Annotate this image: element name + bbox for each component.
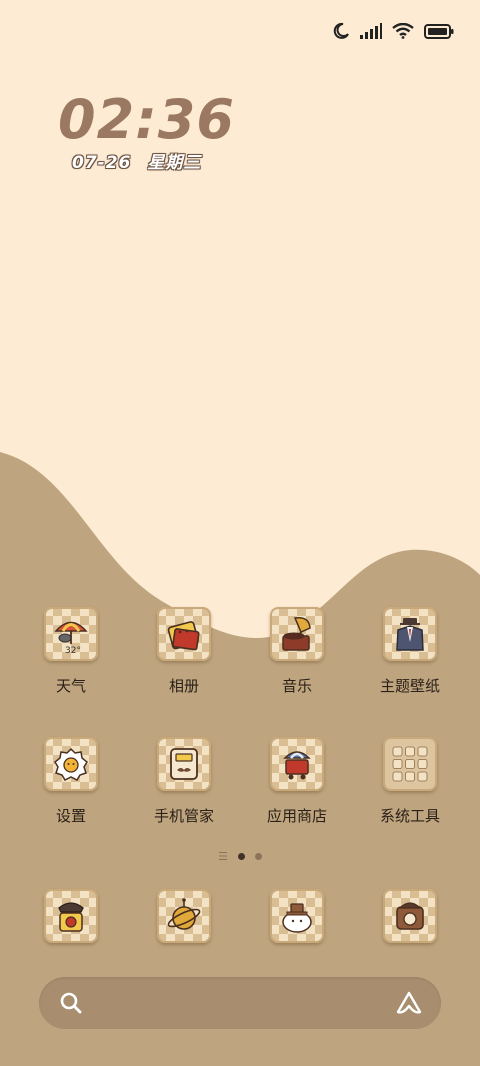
app-label: 应用商店 (266, 807, 327, 825)
app-store[interactable]: 应用商店 (242, 737, 352, 826)
app-weather[interactable]: 32° 天气 (16, 607, 126, 696)
clock-time: 02:36 (58, 88, 235, 151)
date-text: 07-26 (72, 153, 132, 173)
assistant-icon[interactable] (395, 990, 423, 1016)
phone-manager-icon (157, 737, 211, 791)
app-label: 音乐 (281, 677, 312, 695)
app-phone-manager[interactable]: 手机管家 (129, 737, 239, 826)
system-tools-folder-icon (383, 737, 437, 791)
app-label: 相册 (168, 677, 199, 695)
signal-icon (360, 23, 382, 39)
dock-messages[interactable] (242, 889, 352, 943)
page-dot-active[interactable] (237, 853, 245, 860)
messages-icon (270, 889, 324, 943)
app-music[interactable]: 音乐 (242, 607, 352, 696)
dock-camera[interactable] (355, 889, 465, 943)
battery-icon (424, 23, 454, 39)
app-label: 主题壁纸 (379, 677, 440, 695)
clock-date: 07-26 星期三 (72, 148, 235, 173)
page-dot[interactable] (254, 853, 262, 860)
app-themes[interactable]: 主题壁纸 (355, 607, 465, 696)
wifi-icon (392, 23, 414, 39)
settings-egg-icon (44, 737, 98, 791)
app-label: 天气 (55, 677, 86, 695)
browser-planet-icon (157, 889, 211, 943)
app-label: 手机管家 (153, 807, 214, 825)
status-bar (332, 20, 454, 42)
weekday-text: 星期三 (147, 153, 202, 173)
camera-icon (383, 889, 437, 943)
store-cart-icon (270, 737, 324, 791)
dock-browser[interactable] (129, 889, 239, 943)
app-label: 设置 (55, 807, 86, 825)
clock-widget[interactable]: 02:36 07-26 星期三 (58, 88, 235, 174)
search-bar[interactable] (39, 977, 441, 1029)
moon-icon (333, 22, 349, 39)
phone-icon (44, 889, 98, 943)
app-settings[interactable]: 设置 (16, 737, 126, 826)
app-system-tools-folder[interactable]: 系统工具 (355, 737, 465, 826)
search-icon[interactable] (59, 991, 83, 1015)
weather-temp: 32° (65, 646, 81, 654)
page-indicator: ☰ (0, 850, 480, 863)
weather-umbrella-icon: 32° (44, 607, 98, 661)
menu-icon[interactable]: ☰ (218, 850, 228, 863)
gramophone-icon (270, 607, 324, 661)
dock-phone[interactable] (16, 889, 126, 943)
suit-icon (383, 607, 437, 661)
gallery-icon (157, 607, 211, 661)
app-gallery[interactable]: 相册 (129, 607, 239, 696)
app-label: 系统工具 (379, 807, 440, 825)
